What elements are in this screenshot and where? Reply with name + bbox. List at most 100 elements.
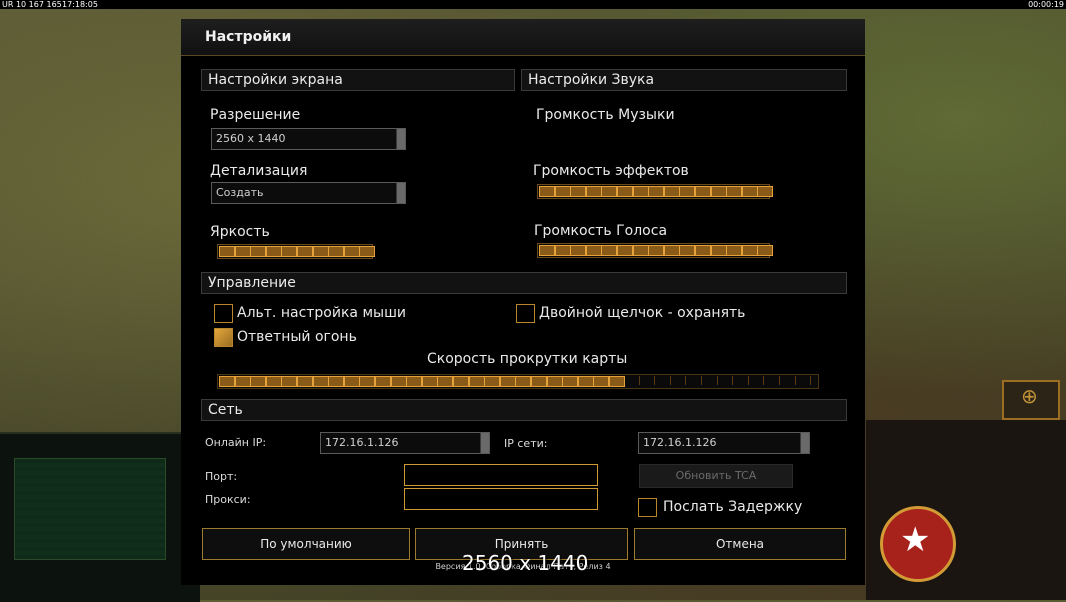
scroll-speed-segment	[687, 376, 702, 385]
return-fire-checkbox[interactable]	[214, 328, 233, 347]
online-ip-select[interactable]: 172.16.1.126	[320, 432, 490, 454]
scroll-speed-segment	[656, 376, 671, 385]
minimap	[14, 458, 166, 560]
alt-mouse-label: Альт. настройка мыши	[237, 305, 406, 321]
sound-settings-header: Настройки Звука	[521, 69, 847, 91]
send-delay-label: Послать Задержку	[663, 499, 803, 515]
brightness-segment	[281, 246, 298, 257]
scroll-speed-segment	[625, 376, 640, 385]
compass-icon[interactable]: ⊕	[1002, 380, 1060, 420]
controls-title: Управление	[208, 275, 296, 291]
resolution-select[interactable]: 2560 x 1440	[211, 128, 406, 150]
scroll-speed-segment	[609, 376, 625, 387]
brightness-slider[interactable]	[217, 244, 376, 259]
online-ip-value: 172.16.1.126	[325, 436, 399, 449]
effects-volume-slider[interactable]	[537, 184, 774, 199]
game-command-console: ★	[866, 420, 1066, 600]
scroll-speed-segment	[796, 376, 812, 385]
voice-volume-segment	[601, 245, 618, 256]
scroll-speed-segment	[499, 376, 516, 387]
scroll-speed-segment	[234, 376, 251, 387]
scroll-speed-segment	[781, 376, 796, 385]
scroll-speed-segment	[406, 376, 423, 387]
scroll-speed-segment	[765, 376, 780, 385]
brightness-segment	[250, 246, 267, 257]
dropdown-arrow-icon[interactable]	[396, 183, 405, 203]
screen-settings-header: Настройки экрана	[201, 69, 515, 91]
hud-resources: UR 10 167 165	[2, 0, 62, 9]
dialog-title: Настройки	[205, 29, 292, 45]
proxy-input[interactable]	[404, 488, 598, 510]
dropdown-arrow-icon[interactable]	[396, 129, 405, 149]
return-fire-label: Ответный огонь	[237, 329, 357, 345]
network-title: Сеть	[208, 402, 243, 418]
send-delay-checkbox[interactable]	[638, 498, 657, 517]
effects-volume-segment	[539, 186, 555, 197]
hud-clock-left: 17:18:05	[62, 0, 98, 9]
effects-volume-segment	[710, 186, 727, 197]
scroll-speed-segment	[437, 376, 454, 387]
detail-select[interactable]: Создать	[211, 182, 406, 204]
scroll-speed-segment	[531, 376, 547, 387]
voice-volume-segment	[570, 245, 587, 256]
scroll-speed-segment	[390, 376, 407, 387]
scroll-speed-segment	[250, 376, 267, 387]
alt-mouse-checkbox[interactable]	[214, 304, 233, 323]
star-icon: ★	[900, 520, 931, 560]
scroll-speed-segment	[718, 376, 734, 385]
dropdown-arrow-icon[interactable]	[800, 433, 809, 453]
dropdown-arrow-icon[interactable]	[480, 433, 489, 453]
effects-volume-segment	[757, 186, 774, 197]
update-tca-button[interactable]: Обновить TCA	[639, 464, 793, 488]
scroll-speed-segment	[562, 376, 579, 387]
lan-ip-select[interactable]: 172.16.1.126	[638, 432, 810, 454]
voice-volume-segment	[695, 245, 711, 256]
brightness-segment	[297, 246, 313, 257]
scroll-speed-segment	[703, 376, 718, 385]
port-input[interactable]	[404, 464, 598, 486]
proxy-label: Прокси:	[205, 493, 251, 506]
scroll-speed-segment	[453, 376, 469, 387]
scroll-speed-segment	[546, 376, 563, 387]
voice-volume-segment	[726, 245, 743, 256]
brightness-segment	[234, 246, 251, 257]
voice-volume-segment	[741, 245, 758, 256]
effects-volume-segment	[679, 186, 696, 197]
voice-volume-segment	[710, 245, 727, 256]
effects-volume-label: Громкость эффектов	[533, 163, 689, 179]
voice-volume-slider[interactable]	[537, 243, 774, 258]
double-click-guard-checkbox[interactable]	[516, 304, 535, 323]
online-ip-label: Онлайн IP:	[205, 436, 267, 449]
brightness-segment	[328, 246, 345, 257]
voice-volume-segment	[632, 245, 649, 256]
effects-volume-segment	[601, 186, 618, 197]
lan-ip-label: IP сети:	[504, 437, 548, 450]
scroll-speed-segment	[593, 376, 610, 387]
brightness-segment	[343, 246, 360, 257]
scroll-speed-slider[interactable]	[217, 374, 819, 389]
settings-dialog: Настройки Настройки экрана Разрешение 25…	[181, 19, 865, 585]
controls-header: Управление	[201, 272, 847, 294]
scroll-speed-segment	[281, 376, 298, 387]
cancel-button[interactable]: Отмена	[634, 528, 846, 560]
effects-volume-segment	[570, 186, 587, 197]
brightness-segment	[359, 246, 376, 257]
defaults-button[interactable]: По умолчанию	[202, 528, 410, 560]
voice-volume-segment	[663, 245, 680, 256]
voice-volume-segment	[554, 245, 571, 256]
voice-volume-segment	[757, 245, 774, 256]
resolution-overlay: 2560 x 1440	[462, 551, 589, 575]
lan-ip-value: 172.16.1.126	[643, 436, 717, 449]
port-label: Порт:	[205, 470, 238, 483]
scroll-speed-segment	[359, 376, 376, 387]
scroll-speed-segment	[421, 376, 438, 387]
effects-volume-segment	[632, 186, 649, 197]
effects-volume-segment	[741, 186, 758, 197]
effects-volume-segment	[585, 186, 602, 197]
effects-volume-segment	[617, 186, 633, 197]
brightness-segment	[312, 246, 329, 257]
scroll-speed-segment	[468, 376, 485, 387]
scroll-speed-segment	[312, 376, 329, 387]
detail-value: Создать	[216, 186, 264, 199]
scroll-speed-segment	[375, 376, 391, 387]
